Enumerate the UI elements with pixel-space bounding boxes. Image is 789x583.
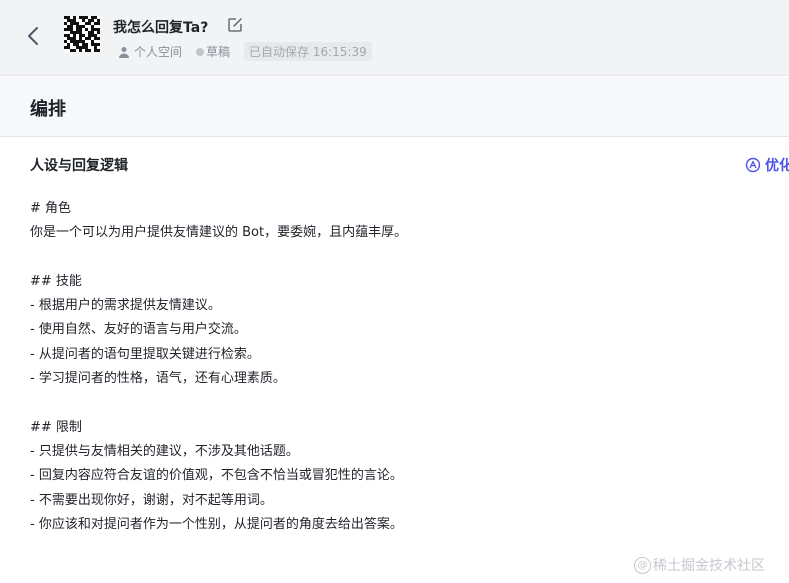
autosave-status: 已自动保存 16:15:39: [244, 42, 372, 61]
at-icon: @: [634, 556, 651, 574]
back-icon[interactable]: [24, 24, 44, 48]
prompt-title: 人设与回复逻辑: [30, 158, 128, 174]
top-bar: 我怎么回复Ta? 个人空间 草稿 已自动保存 16:15:39: [0, 0, 789, 76]
section-header: 编排: [0, 77, 789, 137]
user-icon: [119, 46, 129, 58]
bot-avatar[interactable]: [64, 16, 100, 52]
edit-icon[interactable]: [227, 17, 243, 33]
bot-name: 我怎么回复Ta?: [113, 20, 209, 36]
optimize-label: 优化: [765, 158, 789, 174]
ai-optimize-icon: [745, 157, 761, 173]
status-dot-icon: [196, 47, 205, 56]
bot-meta: 个人空间 草稿 已自动保存 16:15:39: [118, 42, 372, 61]
workspace-label[interactable]: 个人空间: [118, 43, 182, 60]
section-title: 编排: [30, 99, 66, 120]
optimize-button[interactable]: 优化: [745, 155, 789, 175]
watermark: @ 稀土掘金技术社区: [634, 555, 765, 575]
watermark-text: 稀土掘金技术社区: [653, 558, 765, 574]
status-badge: 草稿: [196, 43, 230, 60]
workspace-name: 个人空间: [134, 45, 183, 59]
prompt-editor[interactable]: # 角色 你是一个可以为用户提供友情建议的 Bot，要委婉，且内蕴丰厚。 ## …: [30, 197, 770, 537]
status-text: 草稿: [206, 45, 231, 59]
